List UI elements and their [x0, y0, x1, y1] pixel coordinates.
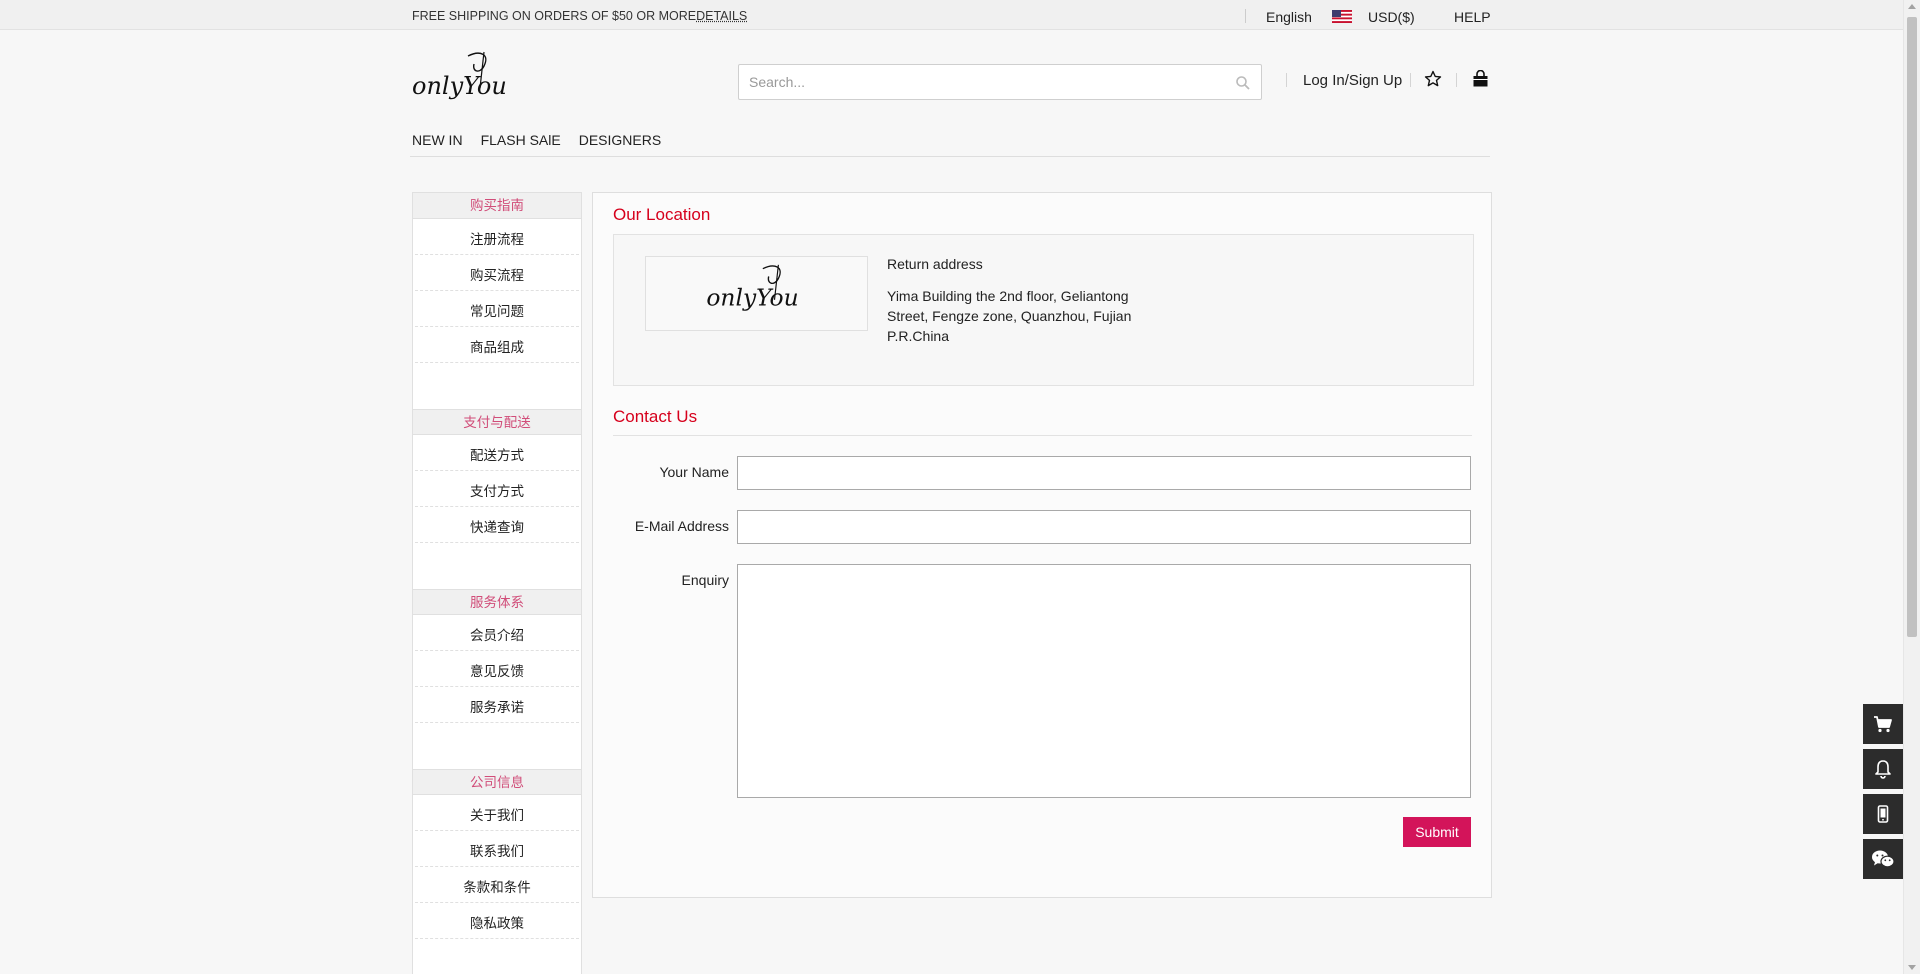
- sidebar-item[interactable]: 条款和条件: [415, 867, 579, 903]
- sidebar-group-company: 公司信息 关于我们 联系我们 条款和条件 隐私政策: [413, 769, 581, 939]
- help-link[interactable]: HELP: [1454, 9, 1491, 25]
- sidebar-group-shopping-guide: 购买指南 注册流程 购买流程 常见问题 商品组成: [413, 193, 581, 409]
- search-box[interactable]: [738, 64, 1262, 100]
- sidebar-group-service: 服务体系 会员介绍 意见反馈 服务承诺: [413, 589, 581, 769]
- search-icon[interactable]: [1235, 75, 1251, 91]
- search-input[interactable]: [739, 65, 1219, 99]
- scrollbar-thumb[interactable]: [1907, 17, 1917, 637]
- details-link[interactable]: DETAILS: [696, 9, 747, 23]
- sidebar-item[interactable]: 会员介绍: [415, 615, 579, 651]
- top-announcement-bar: FREE SHIPPING ON ORDERS OF $50 OR MOREDE…: [0, 0, 1903, 30]
- sidebar-group-title: 公司信息: [413, 769, 581, 795]
- divider: [1410, 73, 1411, 87]
- sidebar-item[interactable]: 隐私政策: [415, 903, 579, 939]
- sidebar-item[interactable]: 商品组成: [415, 327, 579, 363]
- sidebar-item[interactable]: 服务承诺: [415, 687, 579, 723]
- sidebar-group-title: 购买指南: [413, 193, 581, 219]
- scroll-down-arrow[interactable]: [1908, 965, 1916, 970]
- shipping-text: FREE SHIPPING ON ORDERS OF $50 OR MORE: [412, 9, 697, 23]
- your-name-field[interactable]: [737, 456, 1471, 490]
- shipping-notice: FREE SHIPPING ON ORDERS OF $50 OR MOREDE…: [412, 9, 747, 23]
- mobile-icon: [1877, 805, 1889, 823]
- scroll-up-arrow[interactable]: [1908, 4, 1916, 9]
- divider: [1245, 9, 1246, 23]
- site-logo[interactable]: onlyYou: [410, 48, 516, 108]
- notification-tool-button[interactable]: [1863, 749, 1903, 789]
- contact-us-title: Contact Us: [613, 407, 698, 426]
- location-box: onlyYou Return address Yima Building the…: [613, 234, 1474, 386]
- mobile-tool-button[interactable]: [1863, 794, 1903, 834]
- return-address-title: Return address: [887, 256, 983, 272]
- sidebar-item[interactable]: 支付方式: [415, 471, 579, 507]
- return-address: Yima Building the 2nd floor, Geliantong …: [887, 288, 1132, 344]
- sidebar-item[interactable]: 快递查询: [415, 507, 579, 543]
- bell-icon: [1875, 760, 1891, 779]
- help-sidebar: 购买指南 注册流程 购买流程 常见问题 商品组成 支付与配送 配送方式 支付方式…: [412, 192, 582, 974]
- divider: [1286, 73, 1287, 87]
- wechat-icon: [1872, 850, 1895, 868]
- floating-toolbar: [1863, 704, 1903, 884]
- sidebar-item[interactable]: 联系我们: [415, 831, 579, 867]
- nav-divider: [410, 156, 1490, 157]
- nav-designers[interactable]: DESIGNERS: [579, 132, 661, 148]
- language-selector[interactable]: English: [1266, 9, 1312, 25]
- sidebar-item[interactable]: 配送方式: [415, 435, 579, 471]
- enquiry-label: Enquiry: [681, 572, 729, 588]
- vertical-scrollbar[interactable]: [1903, 0, 1920, 974]
- sidebar-item[interactable]: 关于我们: [415, 795, 579, 831]
- sidebar-item[interactable]: 常见问题: [415, 291, 579, 327]
- sidebar-item[interactable]: 注册流程: [415, 219, 579, 255]
- nav-new-in[interactable]: NEW IN: [412, 132, 463, 148]
- shopping-bag-icon[interactable]: [1472, 70, 1489, 88]
- contact-panel: Our Location onlyYou Return address Yima…: [592, 192, 1492, 898]
- store-logo-text: onlyYou: [706, 284, 798, 312]
- cart-icon: [1874, 716, 1892, 733]
- submit-button[interactable]: Submit: [1403, 817, 1471, 847]
- currency-selector[interactable]: USD($): [1368, 9, 1415, 25]
- enquiry-textarea[interactable]: [737, 564, 1471, 798]
- logo-text: onlyYou: [412, 72, 507, 100]
- store-logo: onlyYou: [645, 256, 868, 331]
- contact-divider: [613, 435, 1472, 436]
- sidebar-item[interactable]: 购买流程: [415, 255, 579, 291]
- us-flag-icon[interactable]: [1332, 10, 1352, 23]
- sidebar-group-payment-delivery: 支付与配送 配送方式 支付方式 快递查询: [413, 409, 581, 589]
- star-icon[interactable]: [1424, 70, 1442, 88]
- cart-tool-button[interactable]: [1863, 704, 1903, 744]
- divider: [1456, 73, 1457, 87]
- wechat-tool-button[interactable]: [1863, 839, 1903, 879]
- main-navigation: NEW IN FLASH SAlE DESIGNERS: [412, 132, 661, 148]
- sidebar-group-title: 支付与配送: [413, 409, 581, 435]
- our-location-title: Our Location: [613, 205, 711, 224]
- email-field[interactable]: [737, 510, 1471, 544]
- email-label: E-Mail Address: [634, 518, 729, 534]
- sidebar-group-title: 服务体系: [413, 589, 581, 615]
- login-signup-link[interactable]: Log In/Sign Up: [1303, 72, 1402, 89]
- nav-flash-sale[interactable]: FLASH SAlE: [481, 132, 561, 148]
- sidebar-item[interactable]: 意见反馈: [415, 651, 579, 687]
- your-name-label: Your Name: [659, 464, 729, 480]
